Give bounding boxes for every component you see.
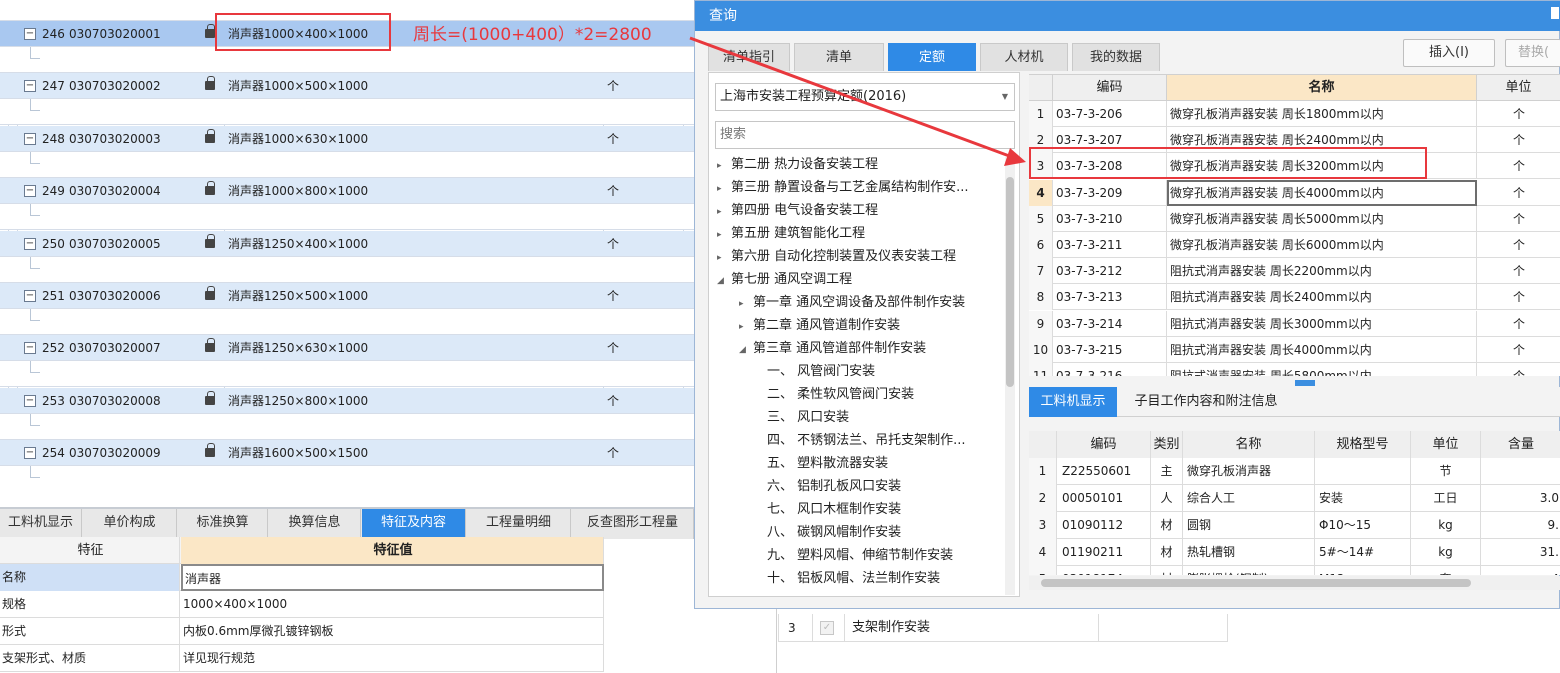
annotation-arrow	[689, 36, 1026, 166]
